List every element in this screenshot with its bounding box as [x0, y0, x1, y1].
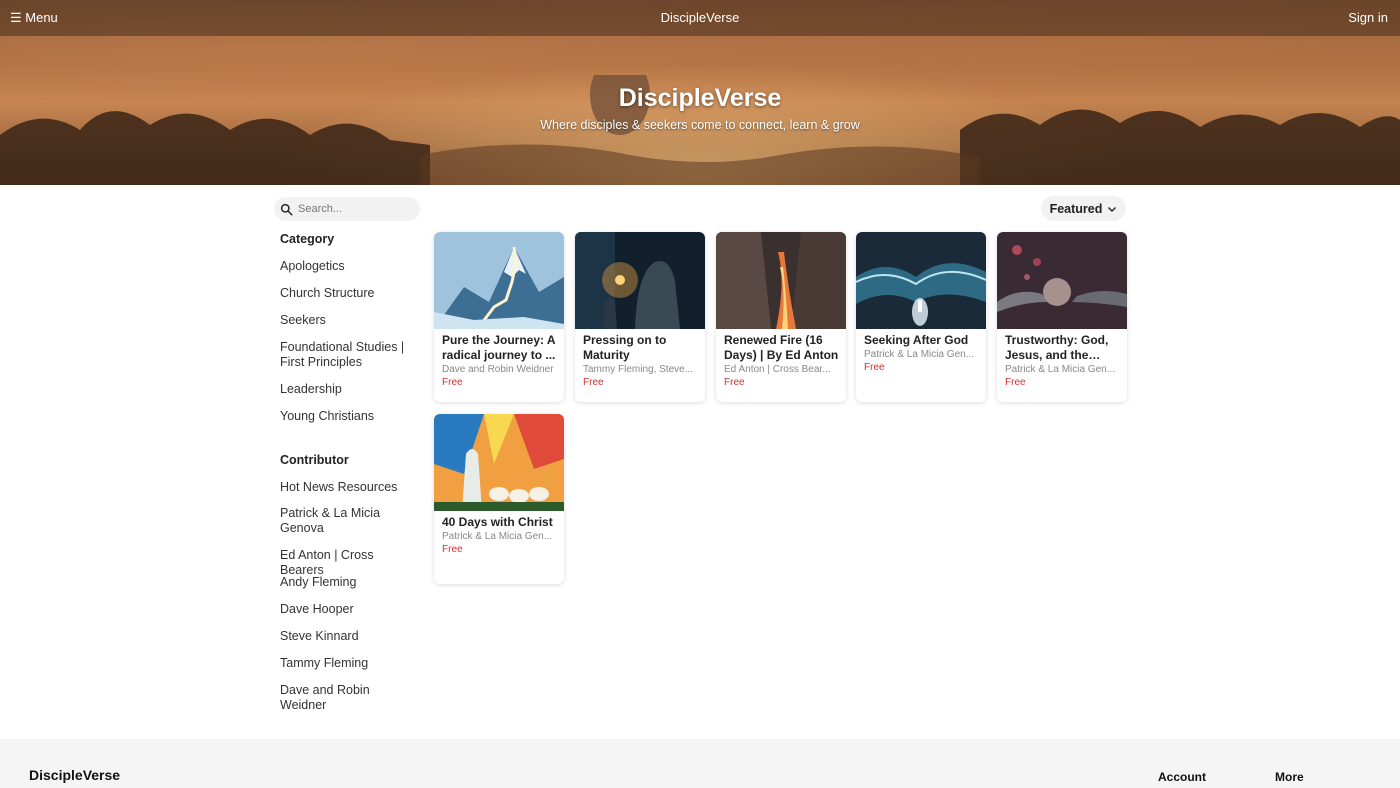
- course-thumbnail: [856, 232, 986, 329]
- sign-in-link[interactable]: Sign in: [1348, 10, 1388, 25]
- contributor-dave-hooper[interactable]: Dave Hooper: [280, 602, 415, 617]
- hero-subtitle: Where disciples & seekers come to connec…: [540, 118, 860, 132]
- category-young-christians[interactable]: Young Christians: [280, 409, 415, 424]
- course-card[interactable]: Pure the Journey: A radical journey to .…: [434, 232, 564, 402]
- hero-banner: ☰ Menu DiscipleVerse Sign in DiscipleVer…: [0, 0, 1400, 185]
- top-navbar: ☰ Menu DiscipleVerse Sign in: [0, 0, 1400, 36]
- course-title: 40 Days with Christ: [442, 515, 553, 529]
- contributor-ed-anton[interactable]: Ed Anton | Cross Bearers: [280, 548, 415, 578]
- course-thumbnail: [434, 414, 564, 511]
- course-title: Trustworthy: God, Jesus, and the Bible: [1005, 333, 1109, 362]
- hero-title: DiscipleVerse: [618, 84, 782, 112]
- course-price: Free: [864, 362, 885, 373]
- sort-dropdown[interactable]: Featured: [1041, 196, 1126, 221]
- contributor-weidner[interactable]: Dave and Robin Weidner: [280, 683, 415, 713]
- course-thumbnail: [575, 232, 705, 329]
- course-title: Pressing on to Maturity: [583, 333, 667, 362]
- course-thumbnail: [997, 232, 1127, 329]
- course-author: Dave and Robin Weidner: [442, 364, 554, 375]
- course-price: Free: [724, 377, 745, 388]
- search-icon: [280, 203, 293, 216]
- course-card[interactable]: 40 Days with Christ Patrick & La Micia G…: [434, 414, 564, 584]
- contributor-tammy-fleming[interactable]: Tammy Fleming: [280, 656, 415, 671]
- search-box: [274, 197, 420, 221]
- course-thumbnail: [434, 232, 564, 329]
- course-thumbnail: [716, 232, 846, 329]
- contributor-hot-news[interactable]: Hot News Resources: [280, 480, 415, 495]
- contributor-heading: Contributor: [280, 453, 349, 467]
- search-input[interactable]: [298, 203, 416, 215]
- course-title: Renewed Fire (16 Days) | By Ed Anton: [724, 333, 839, 362]
- category-leadership[interactable]: Leadership: [280, 382, 415, 397]
- course-card[interactable]: Renewed Fire (16 Days) | By Ed Anton Ed …: [716, 232, 846, 402]
- navbar-brand[interactable]: DiscipleVerse: [0, 10, 1400, 25]
- course-author: Patrick & La Micia Gen...: [864, 349, 975, 360]
- contributor-genova[interactable]: Patrick & La Micia Genova: [280, 506, 415, 536]
- course-author: Ed Anton | Cross Bear...: [724, 364, 831, 375]
- category-church-structure[interactable]: Church Structure: [280, 286, 415, 301]
- category-heading: Category: [280, 232, 335, 246]
- course-price: Free: [583, 377, 604, 388]
- footer: DiscipleVerse Account More: [0, 739, 1400, 788]
- category-foundational-studies[interactable]: Foundational Studies | First Principles: [280, 340, 415, 370]
- footer-more-heading: More: [1275, 770, 1304, 784]
- course-title: Pure the Journey: A radical journey to .…: [442, 333, 556, 362]
- course-author: Patrick & La Micia Gen...: [442, 531, 553, 542]
- course-title: Seeking After God: [864, 333, 969, 347]
- chevron-down-icon: [1108, 206, 1117, 212]
- course-author: Patrick & La Micia Gen...: [1005, 364, 1116, 375]
- course-price: Free: [442, 544, 463, 555]
- category-seekers[interactable]: Seekers: [280, 313, 415, 328]
- course-author: Tammy Fleming, Steve...: [583, 364, 694, 375]
- course-card[interactable]: Seeking After God Patrick & La Micia Gen…: [856, 232, 986, 402]
- course-card[interactable]: Trustworthy: God, Jesus, and the Bible P…: [997, 232, 1127, 402]
- contributor-steve-kinnard[interactable]: Steve Kinnard: [280, 629, 415, 644]
- category-apologetics[interactable]: Apologetics: [280, 259, 415, 274]
- course-price: Free: [1005, 377, 1026, 388]
- sort-label: Featured: [1049, 201, 1103, 216]
- course-price: Free: [442, 377, 463, 388]
- footer-account-heading: Account: [1158, 770, 1206, 784]
- contributor-andy-fleming[interactable]: Andy Fleming: [280, 575, 415, 590]
- footer-brand[interactable]: DiscipleVerse: [29, 767, 120, 783]
- course-card[interactable]: Pressing on to Maturity Tammy Fleming, S…: [575, 232, 705, 402]
